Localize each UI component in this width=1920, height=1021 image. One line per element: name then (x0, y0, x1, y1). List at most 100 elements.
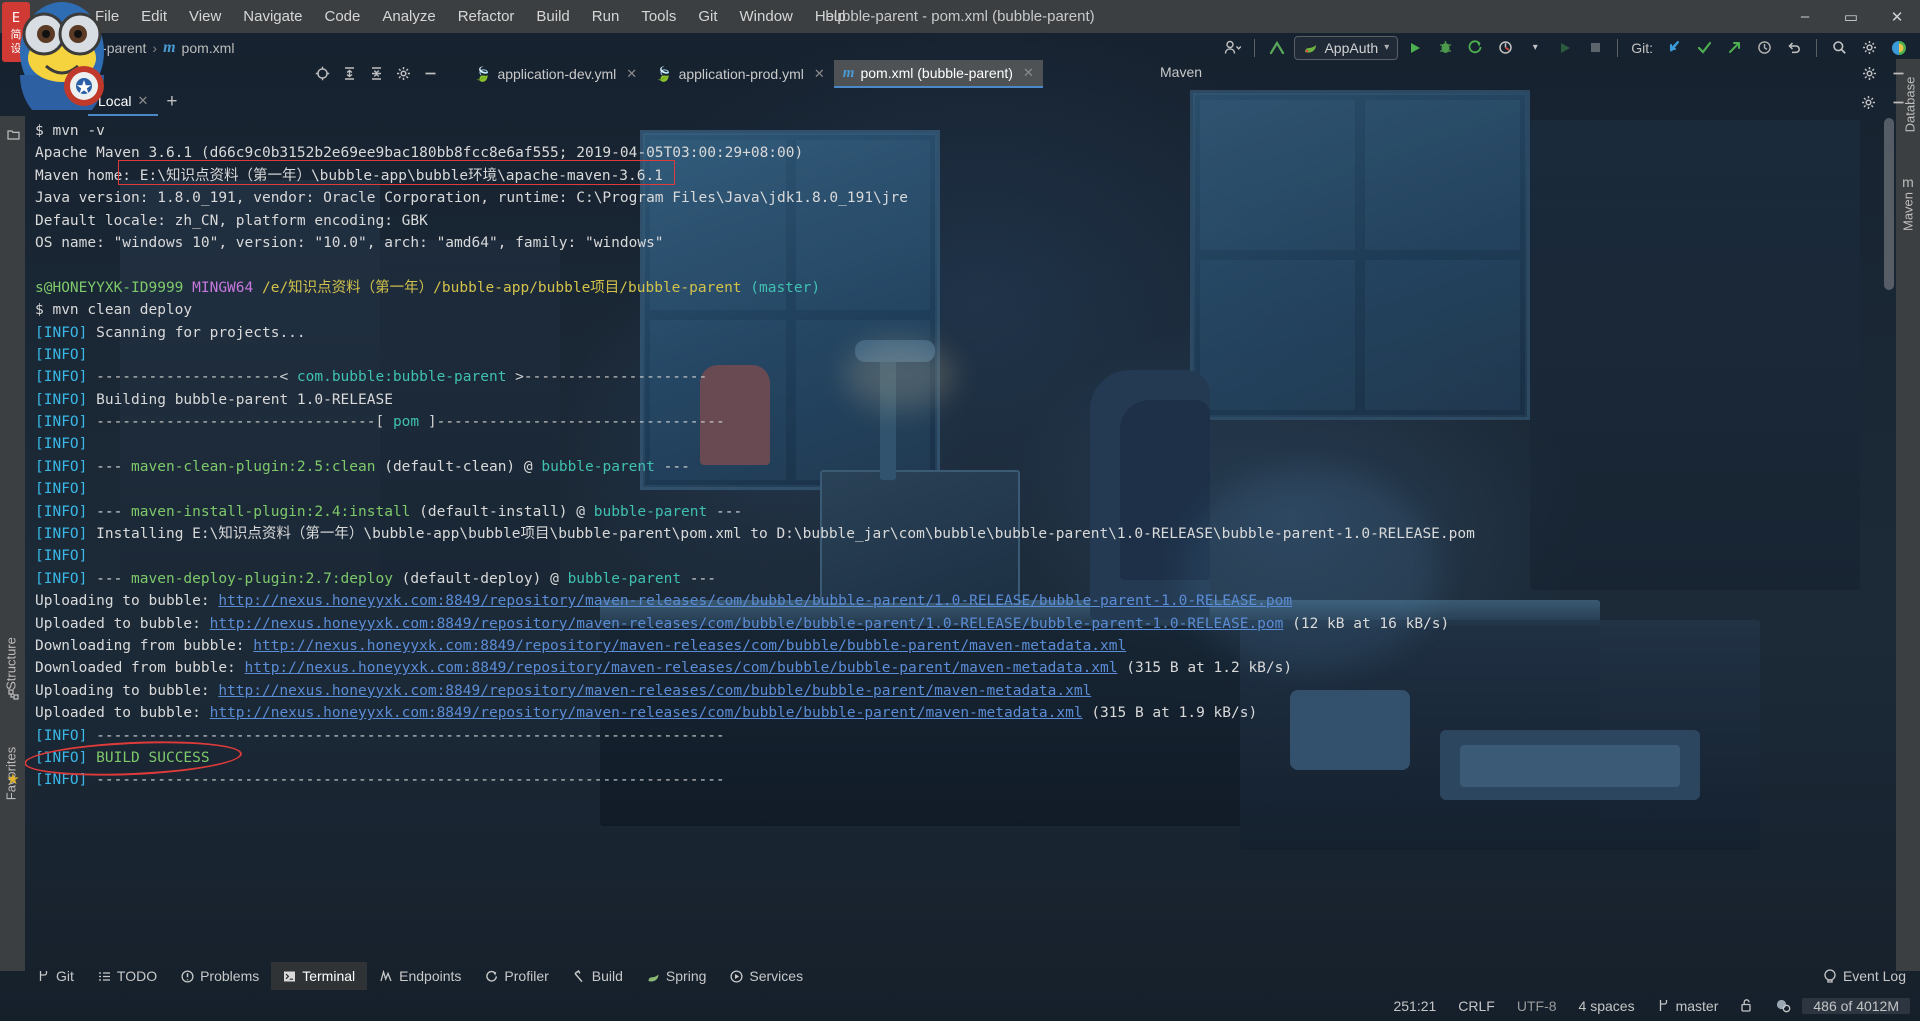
settings-gear-icon[interactable] (1856, 91, 1880, 113)
run-icon[interactable] (1402, 36, 1428, 60)
close-icon[interactable]: ✕ (1023, 65, 1034, 81)
update-project-icon[interactable] (1264, 36, 1290, 60)
debug-icon[interactable] (1432, 36, 1458, 60)
run-with-coverage-icon[interactable] (1462, 36, 1488, 60)
terminal-toolwindow-controls[interactable] (1856, 91, 1910, 113)
terminal-scrollbar-thumb[interactable] (1884, 118, 1894, 290)
toolbar-actions[interactable]: AppAuth ▾ ▾ Git: (1219, 35, 1912, 60)
hide-toolwindow-icon[interactable] (1886, 62, 1910, 84)
tool-window-button-todo[interactable]: TODO (86, 962, 169, 990)
settings-gear-icon[interactable] (1857, 62, 1881, 84)
read-only-toggle[interactable] (1729, 998, 1764, 1013)
window-controls[interactable]: – ▭ ✕ (1782, 0, 1920, 33)
tool-window-button-build[interactable]: Build (561, 962, 635, 990)
profile-icon[interactable] (1492, 36, 1518, 60)
main-menu[interactable]: File Edit View Navigate Code Analyze Refactor B… (84, 4, 857, 29)
endpoints-icon (379, 969, 393, 983)
editor-tab-application-dev-yml[interactable]: 🍃 application-dev.yml ✕ (465, 60, 646, 88)
tool-window-button-git[interactable]: Git (25, 962, 86, 990)
git-branch-widget[interactable]: master (1646, 998, 1730, 1014)
maven-toolwindow-controls[interactable] (1857, 62, 1910, 84)
maximize-button[interactable]: ▭ (1828, 0, 1874, 33)
sidebar-item-maven[interactable]: Maven (1901, 184, 1916, 240)
bottom-tool-buttons[interactable]: Git TODO Problems Terminal Endpoints Profiler… (25, 962, 815, 990)
menu-item-analyze[interactable]: Analyze (371, 4, 446, 29)
settings-gear-icon[interactable] (391, 62, 415, 84)
maven-toolwindow-actions[interactable] (310, 62, 442, 84)
git-update-icon[interactable] (1661, 36, 1687, 60)
menu-item-git[interactable]: Git (687, 4, 728, 29)
terminal-text: [INFO] (35, 369, 88, 386)
terminal-text: --- (681, 570, 716, 587)
git-commit-icon[interactable] (1691, 36, 1717, 60)
menu-item-window[interactable]: Window (729, 4, 804, 29)
tool-window-button-spring[interactable]: Spring (635, 962, 718, 990)
terminal-scrollbar[interactable] (1884, 118, 1894, 968)
menu-item-code[interactable]: Code (313, 4, 371, 29)
terminal-text: (315 B at 1.9 kB/s) (1082, 705, 1258, 722)
menu-item-tools[interactable]: Tools (630, 4, 687, 29)
hide-toolwindow-icon[interactable] (418, 62, 442, 84)
expand-all-icon[interactable] (337, 62, 361, 84)
run-configuration-selector[interactable]: AppAuth ▾ (1294, 35, 1399, 60)
tool-window-button-profiler[interactable]: Profiler (473, 962, 560, 990)
menu-item-run[interactable]: Run (581, 4, 631, 29)
inspection-widget[interactable] (1764, 998, 1802, 1013)
terminal-link[interactable]: http://nexus.honeyyxk.com:8849/repositor… (218, 683, 1091, 699)
breadcrumb-file[interactable]: pom.xml (182, 40, 235, 56)
editor-tab-bar: 🍃 application-dev.yml ✕ 🍃 application-prod.y… (0, 59, 1920, 88)
caret-position[interactable]: 251:21 (1382, 998, 1447, 1014)
terminal-link[interactable]: http://nexus.honeyyxk.com:8849/repositor… (253, 638, 1126, 654)
locate-icon[interactable] (310, 62, 334, 84)
terminal-line: Downloaded from bubble: http://nexus.hon… (35, 657, 1896, 679)
terminal-link[interactable]: http://nexus.honeyyxk.com:8849/repositor… (245, 660, 1118, 676)
event-log-button[interactable]: Event Log (1823, 968, 1906, 984)
terminal-output[interactable]: $ mvn -v Apache Maven 3.6.1 (d66c9c0b3152… (25, 116, 1896, 971)
chevron-down-icon[interactable]: ▾ (1522, 36, 1548, 60)
file-encoding[interactable]: UTF-8 (1506, 998, 1568, 1014)
close-button[interactable]: ✕ (1874, 0, 1920, 33)
menu-item-view[interactable]: View (178, 4, 232, 29)
git-push-icon[interactable] (1721, 36, 1747, 60)
terminal-line: $ mvn clean deploy (35, 299, 1896, 321)
close-icon[interactable]: ✕ (626, 66, 637, 82)
terminal-line: [INFO] Scanning for projects... (35, 322, 1896, 344)
theme-icon[interactable] (1886, 36, 1912, 60)
menu-item-help[interactable]: Help (804, 4, 857, 29)
tool-window-button-problems[interactable]: Problems (169, 962, 271, 990)
editor-tabs[interactable]: 🍃 application-dev.yml ✕ 🍃 application-prod.y… (465, 59, 1043, 88)
history-icon[interactable] (1751, 36, 1777, 60)
project-icon[interactable] (5, 126, 21, 142)
minimize-button[interactable]: – (1782, 0, 1828, 33)
search-everywhere-icon[interactable] (1826, 36, 1852, 60)
editor-tab-pom-xml[interactable]: m pom.xml (bubble-parent) ✕ (833, 60, 1043, 88)
line-separator[interactable]: CRLF (1447, 998, 1506, 1014)
terminal-link[interactable]: http://nexus.honeyyxk.com:8849/repositor… (218, 593, 1292, 609)
hide-toolwindow-icon[interactable] (1886, 91, 1910, 113)
indent-setting[interactable]: 4 spaces (1568, 998, 1646, 1014)
menu-item-navigate[interactable]: Navigate (232, 4, 313, 29)
menu-item-edit[interactable]: Edit (130, 4, 178, 29)
collapse-all-icon[interactable] (364, 62, 388, 84)
user-avatar-icon[interactable] (1219, 36, 1245, 60)
close-icon[interactable]: ✕ (814, 66, 825, 82)
favorites-star-icon[interactable]: ★ (5, 771, 21, 788)
sidebar-item-structure[interactable]: Structure (4, 634, 19, 694)
tool-window-button-services[interactable]: Services (718, 962, 815, 990)
structure-icon[interactable] (5, 686, 21, 702)
editor-tab-application-prod-yml[interactable]: 🍃 application-prod.yml ✕ (646, 60, 834, 88)
menu-item-refactor[interactable]: Refactor (447, 4, 526, 29)
tool-window-button-endpoints[interactable]: Endpoints (367, 962, 473, 990)
settings-gear-icon[interactable] (1856, 36, 1882, 60)
menu-item-build[interactable]: Build (525, 4, 580, 29)
terminal-line: [INFO] (35, 433, 1896, 455)
maven-icon[interactable]: m (1900, 174, 1916, 190)
memory-indicator[interactable]: 486 of 4012M (1802, 997, 1910, 1014)
close-icon[interactable]: ✕ (137, 93, 148, 109)
tool-window-button-terminal[interactable]: Terminal (271, 962, 368, 990)
undo-icon[interactable] (1781, 36, 1807, 60)
tool-window-label: Git (56, 968, 74, 984)
terminal-link[interactable]: http://nexus.honeyyxk.com:8849/repositor… (210, 705, 1083, 721)
new-terminal-tab-button[interactable]: + (158, 91, 185, 113)
terminal-link[interactable]: http://nexus.honeyyxk.com:8849/repositor… (210, 616, 1284, 632)
